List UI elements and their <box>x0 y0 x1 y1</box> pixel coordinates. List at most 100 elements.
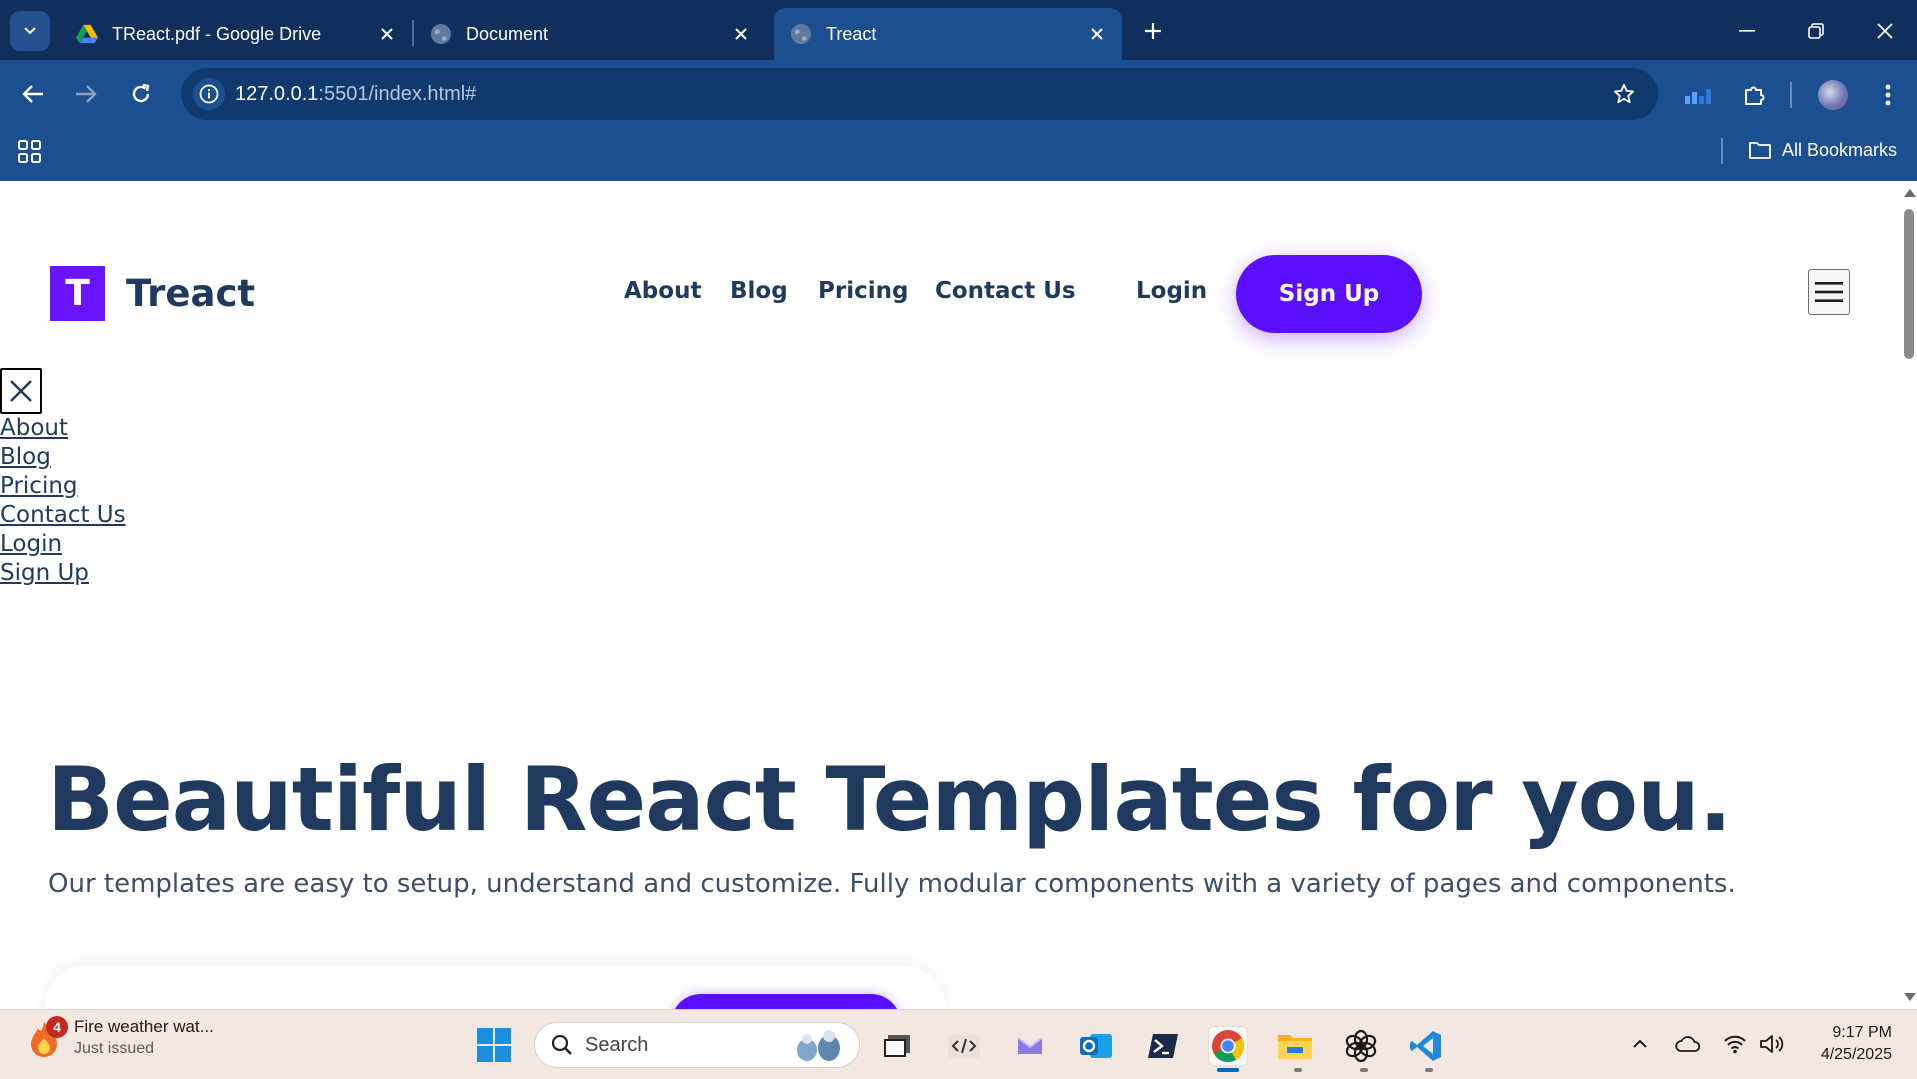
site-logo[interactable]: T Treact <box>50 266 255 321</box>
bookmark-star-button[interactable] <box>1610 80 1638 108</box>
extensions-menu-button[interactable] <box>1740 80 1770 110</box>
taskbar-app-dev-tools[interactable] <box>944 1026 984 1066</box>
terminal-icon <box>1148 1034 1178 1058</box>
folder-icon <box>1749 142 1771 159</box>
apps-grid-icon[interactable] <box>16 138 44 166</box>
close-tab-icon[interactable] <box>730 23 752 45</box>
taskbar-indicator <box>1294 1068 1302 1072</box>
all-bookmarks-label: All Bookmarks <box>1782 139 1898 160</box>
nav-link-blog[interactable]: Blog <box>730 278 788 304</box>
taskbar-app-file-explorer[interactable] <box>1275 1026 1315 1066</box>
taskbar-clock[interactable]: 9:17 PM 4/25/2025 <box>1808 1022 1892 1066</box>
wifi-icon <box>1724 1035 1746 1054</box>
hero-title: Beautiful React Templates for you. <box>47 748 1732 851</box>
url-text[interactable]: 127.0.0.1:5501/index.html# <box>235 83 476 106</box>
tab-document[interactable]: Document <box>414 8 766 60</box>
back-button[interactable] <box>17 78 49 110</box>
taskbar-indicator <box>1425 1068 1433 1072</box>
arrow-left-icon <box>22 85 43 103</box>
arrow-right-icon <box>76 85 97 103</box>
hamburger-icon <box>1815 282 1843 302</box>
search-icon <box>551 1034 572 1055</box>
nav-link-login[interactable]: Login <box>1136 278 1207 304</box>
url-host: 127.0.0.1 <box>235 83 319 105</box>
nav-link-pricing[interactable]: Pricing <box>818 278 908 304</box>
logo-mark: T <box>50 266 105 321</box>
search-label: Search <box>585 1033 649 1056</box>
hero-cta-button[interactable] <box>671 994 901 1009</box>
minimize-icon <box>1739 30 1755 32</box>
cloud-icon <box>1675 1036 1701 1052</box>
volume-tray-button[interactable] <box>1758 1030 1786 1058</box>
close-tab-icon[interactable] <box>376 23 398 45</box>
profile-avatar[interactable] <box>1818 80 1848 110</box>
mobile-link-about[interactable]: About <box>0 414 126 443</box>
window-stack-icon <box>884 1035 910 1057</box>
reload-icon <box>132 83 150 103</box>
bookmarks-separator <box>1721 138 1723 164</box>
chatgpt-icon <box>1345 1029 1377 1063</box>
site-info-button[interactable] <box>193 78 225 110</box>
tab-title: Treact <box>826 23 877 44</box>
close-menu-button[interactable] <box>0 368 42 414</box>
url-path: :5501/index.html# <box>318 83 477 105</box>
extension-button[interactable] <box>1683 80 1713 110</box>
browser-menu-button[interactable] <box>1873 80 1903 110</box>
main-nav: About <box>624 278 701 304</box>
tab-title: TReact.pdf - Google Drive <box>112 23 322 44</box>
star-icon <box>1613 83 1635 104</box>
main-nav-pricing: Pricing <box>818 278 908 304</box>
mobile-link-blog[interactable]: Blog <box>0 443 126 472</box>
wifi-tray-button[interactable] <box>1721 1030 1749 1058</box>
speaker-icon <box>1760 1035 1784 1053</box>
forward-button[interactable] <box>70 78 102 110</box>
browser-chrome: TReact.pdf - Google Drive Document Treac… <box>0 0 1917 181</box>
taskbar-search[interactable]: Search <box>534 1022 860 1068</box>
taskbar-app-outlook[interactable] <box>1076 1026 1116 1066</box>
close-window-button[interactable] <box>1868 14 1902 48</box>
menu-toggle-button[interactable] <box>1808 269 1850 315</box>
scroll-up-arrow[interactable] <box>1904 189 1916 197</box>
all-bookmarks-button[interactable]: All Bookmarks <box>1748 136 1897 164</box>
address-bar[interactable]: 127.0.0.1:5501/index.html# <box>181 68 1658 120</box>
mobile-link-pricing[interactable]: Pricing <box>0 472 126 501</box>
windows-start-icon[interactable] <box>476 1027 512 1063</box>
restore-icon <box>1808 23 1824 39</box>
mobile-link-contact[interactable]: Contact Us <box>0 501 126 530</box>
folder-icon <box>1278 1035 1312 1059</box>
globe-icon <box>791 24 811 44</box>
tab-treact[interactable]: Treact <box>774 8 1122 60</box>
nav-link-contact[interactable]: Contact Us <box>935 278 1076 304</box>
restore-button[interactable] <box>1799 14 1833 48</box>
taskbar-app-vscode[interactable] <box>1406 1026 1446 1066</box>
new-tab-button[interactable] <box>1138 16 1168 46</box>
puzzle-icon <box>1745 86 1765 105</box>
mobile-link-login[interactable]: Login <box>0 530 126 559</box>
tab-search-button[interactable] <box>10 11 50 51</box>
scroll-thumb[interactable] <box>1904 209 1914 359</box>
reload-button[interactable] <box>125 78 157 110</box>
show-hidden-icons-button[interactable] <box>1626 1030 1654 1058</box>
taskbar-app-mail[interactable] <box>1010 1026 1050 1066</box>
weather-widget[interactable]: 4 Fire weather wat... Just issued <box>24 1015 214 1058</box>
taskbar-app-chatgpt[interactable] <box>1341 1026 1381 1066</box>
taskbar-active-indicator <box>1217 1068 1239 1072</box>
info-icon <box>199 84 219 104</box>
google-drive-icon <box>76 24 98 44</box>
mobile-link-signup[interactable]: Sign Up <box>0 559 126 588</box>
minimize-button[interactable] <box>1730 14 1764 48</box>
taskbar-app-terminal-window[interactable] <box>877 1026 917 1066</box>
close-icon <box>10 380 32 402</box>
scroll-down-arrow[interactable] <box>1904 993 1916 1001</box>
taskbar-app-chrome[interactable] <box>1208 1026 1248 1066</box>
signup-button[interactable]: Sign Up <box>1236 255 1422 333</box>
chevron-down-icon <box>24 27 36 35</box>
nav-link-about[interactable]: About <box>624 278 701 304</box>
taskbar-app-powershell[interactable] <box>1143 1026 1183 1066</box>
tab-google-drive[interactable]: TReact.pdf - Google Drive <box>60 8 412 60</box>
close-icon <box>1877 23 1893 39</box>
page-scrollbar[interactable] <box>1901 181 1917 1009</box>
onedrive-tray-button[interactable] <box>1674 1030 1702 1058</box>
close-tab-icon[interactable] <box>1086 23 1108 45</box>
weather-subtitle: Just issued <box>74 1040 155 1057</box>
